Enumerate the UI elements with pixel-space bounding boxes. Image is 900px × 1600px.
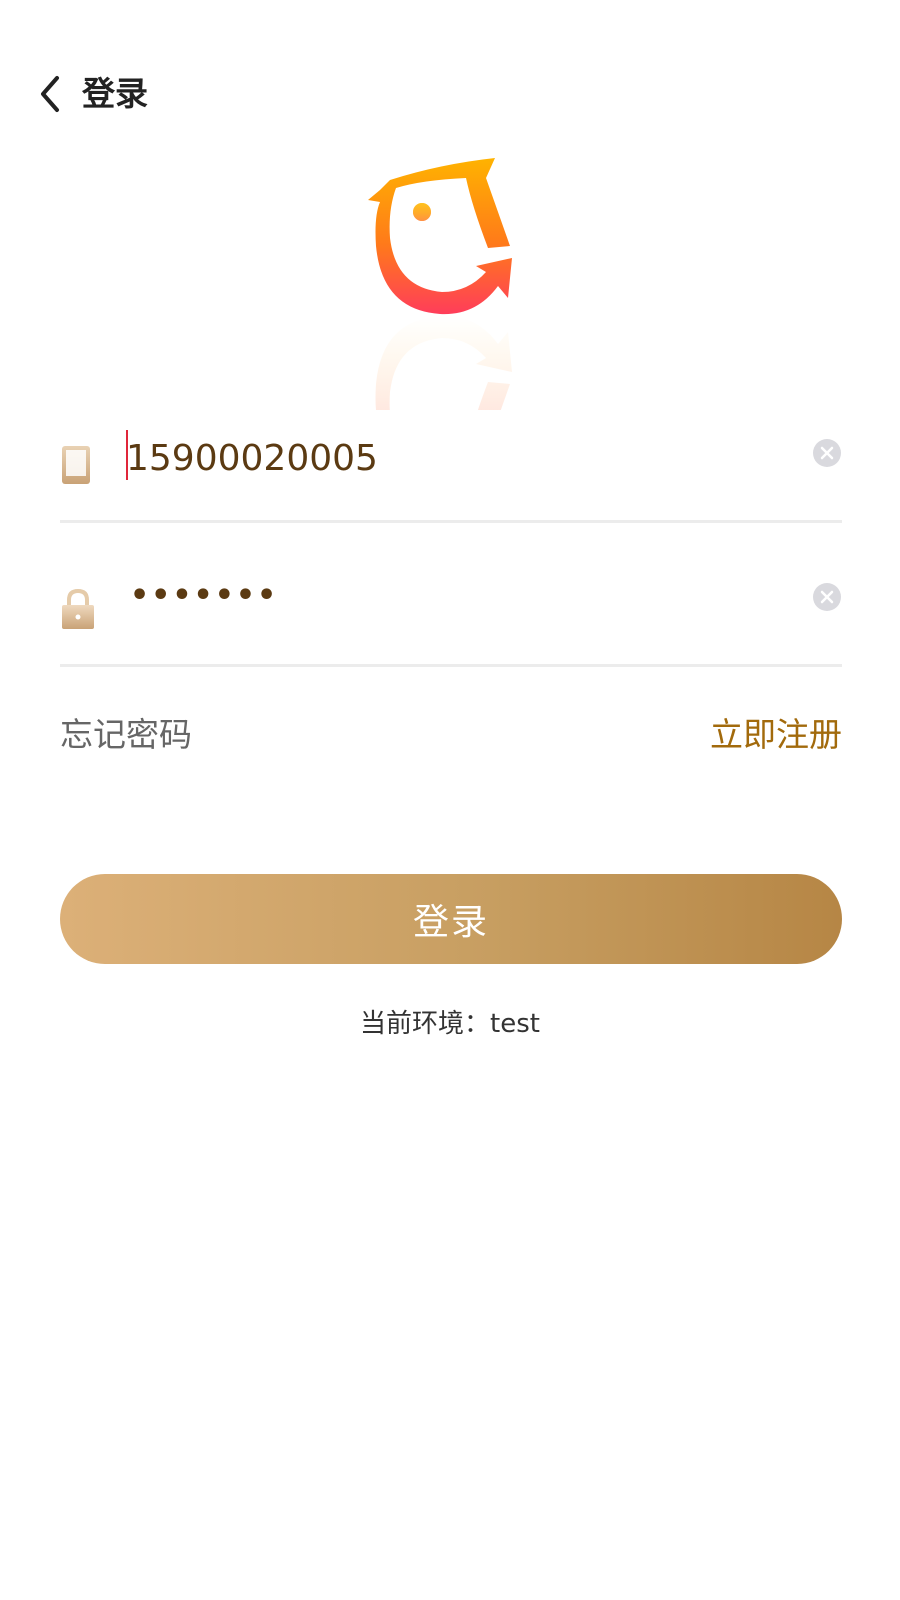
- register-link[interactable]: 立即注册: [710, 712, 842, 758]
- phone-input[interactable]: [126, 428, 766, 488]
- forgot-password-link[interactable]: 忘记密码: [60, 712, 192, 758]
- login-button[interactable]: 登录: [60, 874, 842, 964]
- phone-field: [60, 420, 842, 523]
- clear-icon[interactable]: [812, 582, 842, 612]
- chevron-left-icon: [41, 76, 59, 112]
- environment-label: 当前环境：test: [360, 1009, 540, 1039]
- login-page: 登录 15900020005 ••••••• 忘记密码 立即注册 登录 当前环境…: [0, 0, 900, 1600]
- phone-icon: [62, 446, 90, 484]
- header: 登录: [0, 56, 900, 132]
- app-logo: [360, 150, 530, 472]
- lock-icon: [62, 588, 94, 629]
- page-title: 登录: [82, 74, 148, 113]
- links-row: 忘记密码 立即注册: [60, 712, 842, 762]
- back-button[interactable]: [22, 66, 78, 122]
- clear-icon[interactable]: [812, 438, 842, 468]
- password-field: •••••••: [60, 564, 842, 667]
- password-input[interactable]: •••••••: [130, 576, 278, 616]
